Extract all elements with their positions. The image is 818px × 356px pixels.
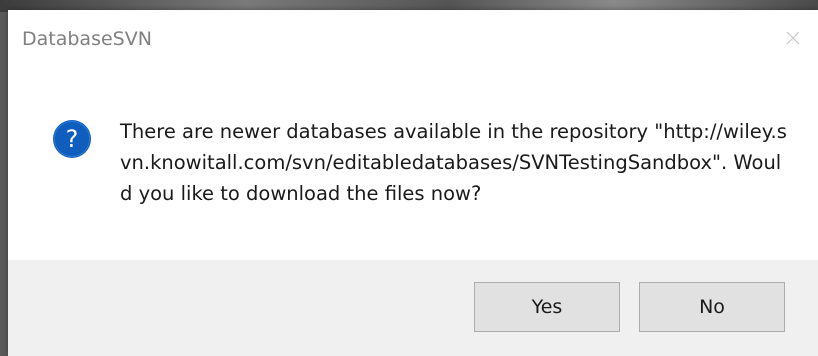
- button-bar: Yes No: [8, 260, 818, 356]
- message-text: There are newer databases available in t…: [120, 120, 787, 205]
- close-icon: [785, 30, 801, 46]
- title-bar[interactable]: DatabaseSVN: [8, 10, 818, 66]
- dialog-title: DatabaseSVN: [22, 28, 152, 50]
- yes-button[interactable]: Yes: [474, 282, 620, 332]
- svg-text:?: ?: [66, 125, 79, 153]
- message-dialog: DatabaseSVN ? There are newer databases …: [8, 10, 818, 356]
- no-button[interactable]: No: [639, 282, 785, 332]
- dialog-content: ? There are newer databases available in…: [8, 66, 818, 262]
- question-icon: ?: [52, 119, 92, 159]
- close-button[interactable]: [778, 24, 808, 52]
